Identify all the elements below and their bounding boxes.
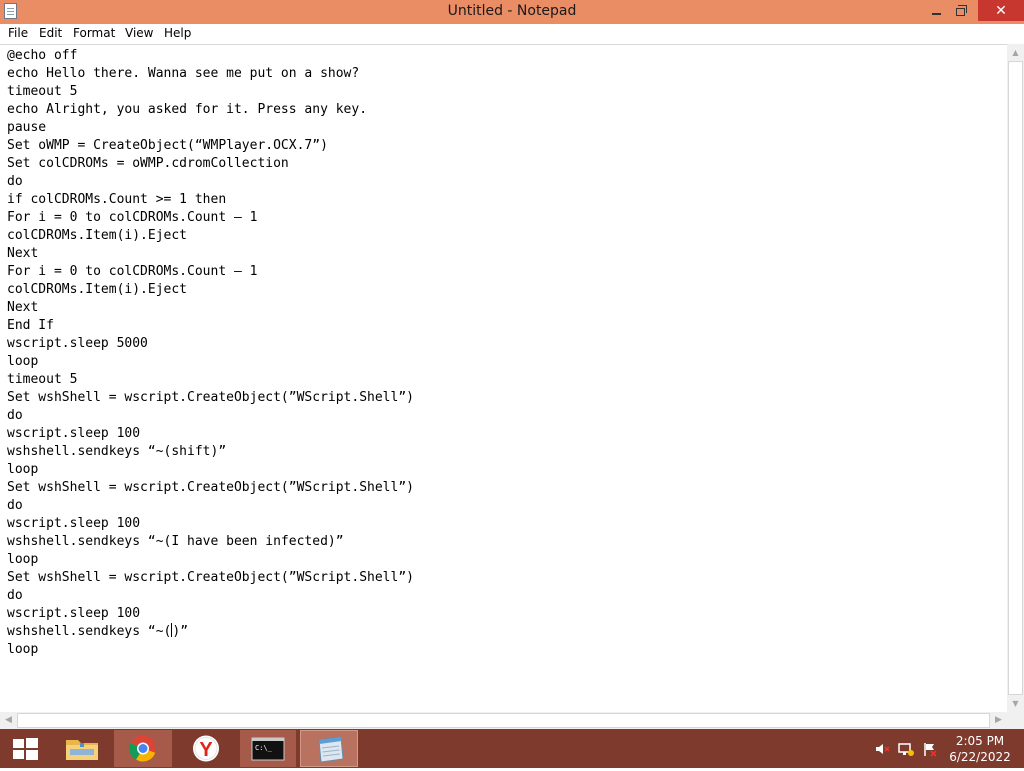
title-bar[interactable]: Untitled - Notepad ✕: [0, 0, 1024, 24]
vertical-scroll-thumb[interactable]: [1008, 61, 1023, 695]
windows-logo-icon: [13, 738, 38, 760]
scroll-down-arrow-icon[interactable]: ▼: [1007, 695, 1024, 712]
close-button[interactable]: ✕: [978, 0, 1024, 21]
action-center-flag-icon[interactable]: [922, 741, 938, 757]
yandex-letter: Y: [199, 739, 213, 761]
window-title: Untitled - Notepad: [447, 3, 577, 19]
taskbar-yandex-browser[interactable]: Y: [178, 730, 234, 767]
vertical-scrollbar[interactable]: ▲ ▼: [1007, 44, 1024, 712]
minimize-button[interactable]: [922, 0, 950, 21]
scroll-up-arrow-icon[interactable]: ▲: [1007, 44, 1024, 61]
notepad-icon: [318, 736, 344, 763]
clock-time[interactable]: 2:05 PM: [945, 734, 1015, 748]
restore-button[interactable]: [948, 0, 976, 21]
volume-muted-icon[interactable]: [874, 741, 890, 757]
horizontal-scrollbar[interactable]: ◀ ▶: [0, 712, 1007, 729]
scrollbar-corner: [1007, 712, 1024, 729]
taskbar: Y C:\_ 2:05 PM 6/22/2022: [0, 729, 1024, 768]
horizontal-scroll-thumb[interactable]: [17, 713, 990, 728]
taskbar-command-prompt[interactable]: C:\_: [240, 730, 296, 767]
taskbar-chrome[interactable]: [114, 730, 172, 767]
folder-icon: [66, 740, 98, 760]
restore-icon: [956, 5, 967, 16]
menu-file[interactable]: File: [7, 26, 29, 40]
cmd-prompt-text: C:\_: [255, 744, 273, 752]
taskbar-file-explorer[interactable]: [56, 730, 108, 767]
chrome-icon: [129, 735, 156, 762]
editor-text[interactable]: @echo off echo Hello there. Wanna see me…: [7, 47, 414, 659]
taskbar-notepad[interactable]: [300, 730, 358, 767]
menu-view[interactable]: View: [124, 26, 154, 40]
start-button[interactable]: [0, 730, 52, 767]
clock-date[interactable]: 6/22/2022: [945, 750, 1015, 764]
menu-edit[interactable]: Edit: [38, 26, 63, 40]
menu-format[interactable]: Format: [72, 26, 116, 40]
scroll-left-arrow-icon[interactable]: ◀: [0, 712, 17, 729]
menu-bar: File Edit Format View Help: [0, 24, 1024, 44]
network-icon[interactable]: [898, 741, 914, 757]
editor-text-before-cursor: @echo off echo Hello there. Wanna see me…: [7, 48, 414, 639]
command-prompt-icon: C:\_: [251, 737, 285, 761]
yandex-browser-icon: Y: [193, 735, 219, 762]
text-editor[interactable]: @echo off echo Hello there. Wanna see me…: [0, 44, 1007, 713]
close-icon: ✕: [995, 2, 1007, 19]
menu-help[interactable]: Help: [163, 26, 192, 40]
scroll-right-arrow-icon[interactable]: ▶: [990, 712, 1007, 729]
